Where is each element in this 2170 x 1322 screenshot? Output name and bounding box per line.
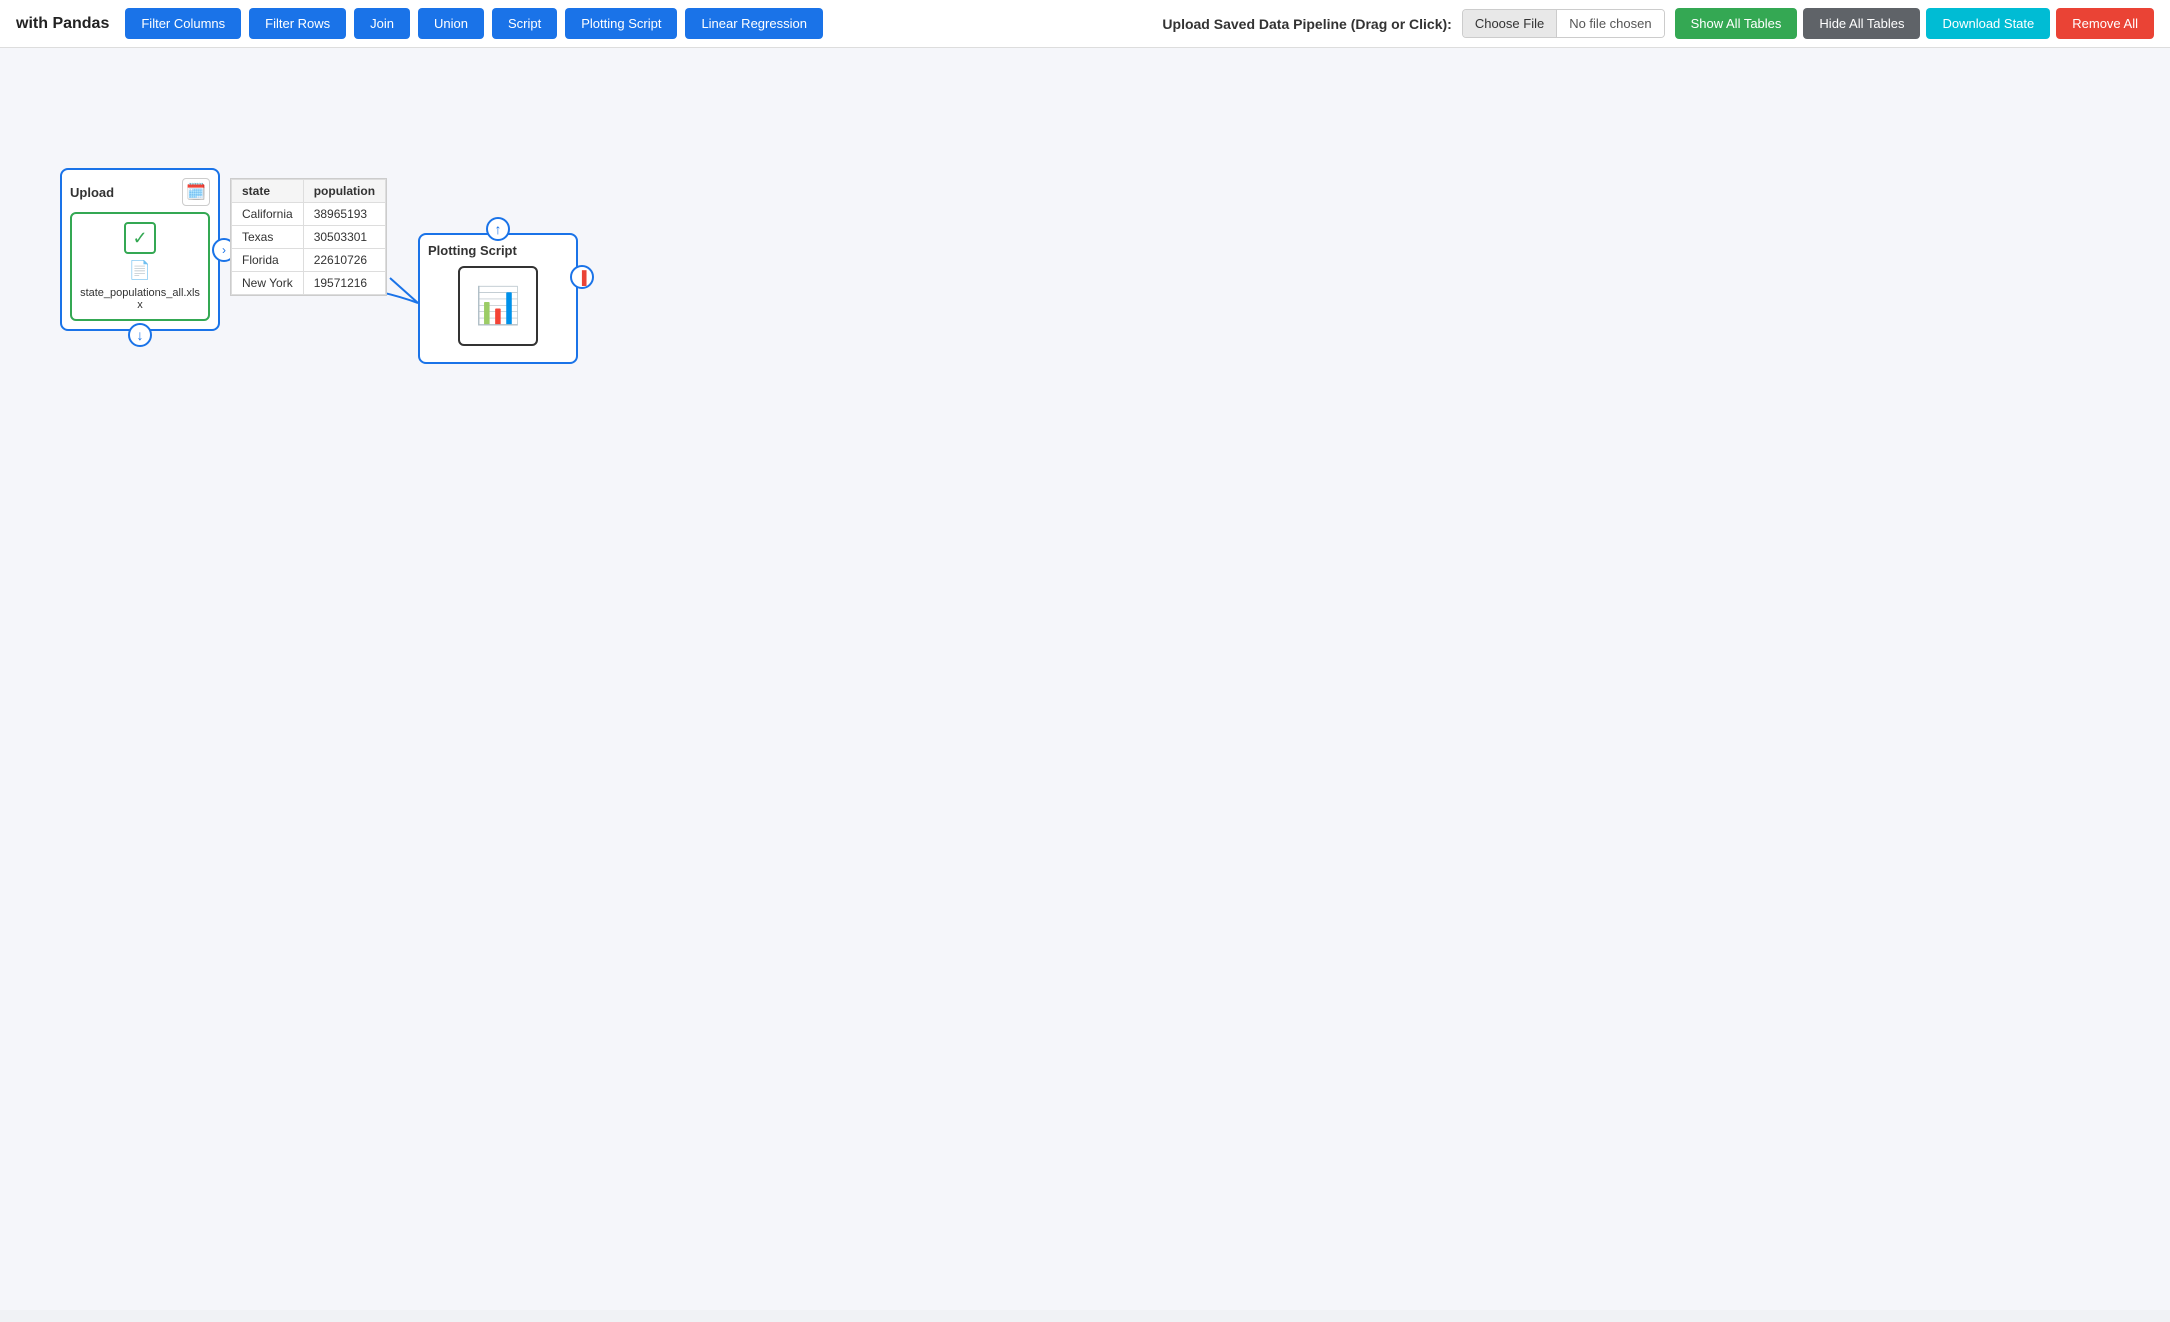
file-input-wrapper: Choose File No file chosen: [1462, 9, 1665, 38]
show-all-tables-button[interactable]: Show All Tables: [1675, 8, 1798, 39]
cell-state: New York: [232, 272, 304, 295]
cell-state: California: [232, 203, 304, 226]
plotting-connector-right[interactable]: ▐: [570, 265, 594, 289]
page-title: with Pandas: [16, 15, 109, 33]
canvas-area: Upload 🗓️ ✓ 📄 state_populations_all.xlsx…: [0, 48, 2170, 1310]
choose-file-button[interactable]: Choose File: [1463, 10, 1557, 37]
table-row: California38965193: [232, 203, 386, 226]
hide-all-tables-button[interactable]: Hide All Tables: [1803, 8, 1920, 39]
cell-population: 22610726: [303, 249, 385, 272]
upload-node-header: Upload 🗓️: [70, 178, 210, 206]
plotting-node[interactable]: Plotting Script ▐ 📊 ↑: [418, 233, 578, 364]
linear-regression-button[interactable]: Linear Regression: [685, 8, 823, 39]
filter-columns-button[interactable]: Filter Columns: [125, 8, 241, 39]
union-button[interactable]: Union: [418, 8, 484, 39]
filter-rows-button[interactable]: Filter Rows: [249, 8, 346, 39]
upload-label: Upload Saved Data Pipeline (Drag or Clic…: [1162, 16, 1451, 32]
cell-population: 30503301: [303, 226, 385, 249]
file-name-display: No file chosen: [1557, 10, 1663, 37]
node-filename: state_populations_all.xlsx: [80, 287, 200, 311]
upload-section: Upload Saved Data Pipeline (Drag or Clic…: [1162, 8, 2154, 39]
cell-population: 38965193: [303, 203, 385, 226]
cell-state: Texas: [232, 226, 304, 249]
cell-population: 19571216: [303, 272, 385, 295]
table-row: Florida22610726: [232, 249, 386, 272]
file-doc-icon: 📄: [129, 260, 151, 281]
table-row: Texas30503301: [232, 226, 386, 249]
upload-node-title: Upload: [70, 185, 114, 200]
upload-file-box: ✓ 📄 state_populations_all.xlsx: [70, 212, 210, 321]
cell-state: Florida: [232, 249, 304, 272]
plotting-icon-box: 📊: [458, 266, 538, 346]
script-button[interactable]: Script: [492, 8, 557, 39]
join-button[interactable]: Join: [354, 8, 410, 39]
plotting-node-header: Plotting Script ▐: [428, 243, 568, 258]
table-row: New York19571216: [232, 272, 386, 295]
plotting-connector-top[interactable]: ↑: [486, 217, 510, 241]
remove-all-button[interactable]: Remove All: [2056, 8, 2154, 39]
plotting-script-button[interactable]: Plotting Script: [565, 8, 677, 39]
checkmark-icon: ✓: [124, 222, 156, 254]
top-bar: with Pandas Filter Columns Filter Rows J…: [0, 0, 2170, 48]
action-buttons: Show All Tables Hide All Tables Download…: [1675, 8, 2154, 39]
download-state-button[interactable]: Download State: [1926, 8, 2050, 39]
col-header-state: state: [232, 180, 304, 203]
data-table-float: state population California38965193Texas…: [230, 178, 387, 296]
data-table: state population California38965193Texas…: [231, 179, 386, 295]
upload-connector-bottom[interactable]: ↓: [128, 323, 152, 347]
upload-node[interactable]: Upload 🗓️ ✓ 📄 state_populations_all.xlsx…: [60, 168, 220, 331]
col-header-population: population: [303, 180, 385, 203]
table-icon: 🗓️: [182, 178, 210, 206]
plotting-node-title: Plotting Script: [428, 243, 517, 258]
